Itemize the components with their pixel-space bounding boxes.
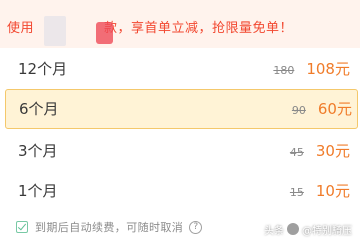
plan-duration: 1个月 [18,182,58,200]
original-price: 180 [273,64,295,77]
original-price: 15 [289,186,304,199]
plan-option-6-months[interactable]: 6个月 90 60 元 [5,89,358,129]
auto-renew-option: 到期后自动续费，可随时取消 ? [16,219,203,235]
plan-price: 180 108 元 [273,58,350,80]
redacted-block [44,16,66,46]
plan-price: 45 30 元 [290,140,350,162]
original-price: 45 [289,146,304,159]
plan-option-12-months[interactable]: 12个月 180 108 元 [0,49,360,89]
discount-price: 60 [317,100,337,118]
subscription-page: 使用 款，享首单立减，抢限量免单！ 12个月 180 108 元 6个月 90 6… [0,0,360,240]
currency-unit: 元 [336,100,352,118]
auto-renew-checkbox[interactable] [16,221,28,233]
auto-renew-label: 到期后自动续费，可随时取消 [35,221,184,234]
plan-option-3-months[interactable]: 3个月 45 30 元 [0,131,360,171]
currency-unit: 元 [334,60,350,78]
watermark: 头条 @特别騎压 [264,221,352,237]
discount-price: 108 [306,60,335,78]
original-price: 90 [291,104,306,117]
promo-text-prefix: 使用 [7,21,35,36]
plan-price: 15 10 元 [290,180,350,202]
plan-price: 90 60 元 [292,98,352,120]
currency-unit: 元 [334,142,350,160]
redacted-mark [96,22,113,44]
question-circle-icon[interactable]: ? [189,220,203,234]
discount-price: 10 [315,182,335,200]
plan-duration: 12个月 [18,60,68,78]
watermark-handle: @特别騎压 [302,225,352,237]
plan-duration: 6个月 [19,100,59,118]
currency-unit: 元 [334,182,350,200]
promo-text-suffix: 款，享首单立减，抢限量免单！ [104,21,294,36]
promo-banner: 使用 款，享首单立减，抢限量免单！ [0,0,360,48]
plan-duration: 3个月 [18,142,58,160]
watermark-logo-icon [287,223,299,235]
plan-option-1-month[interactable]: 1个月 15 10 元 [0,171,360,211]
discount-price: 30 [315,142,335,160]
watermark-prefix: 头条 [264,225,284,237]
